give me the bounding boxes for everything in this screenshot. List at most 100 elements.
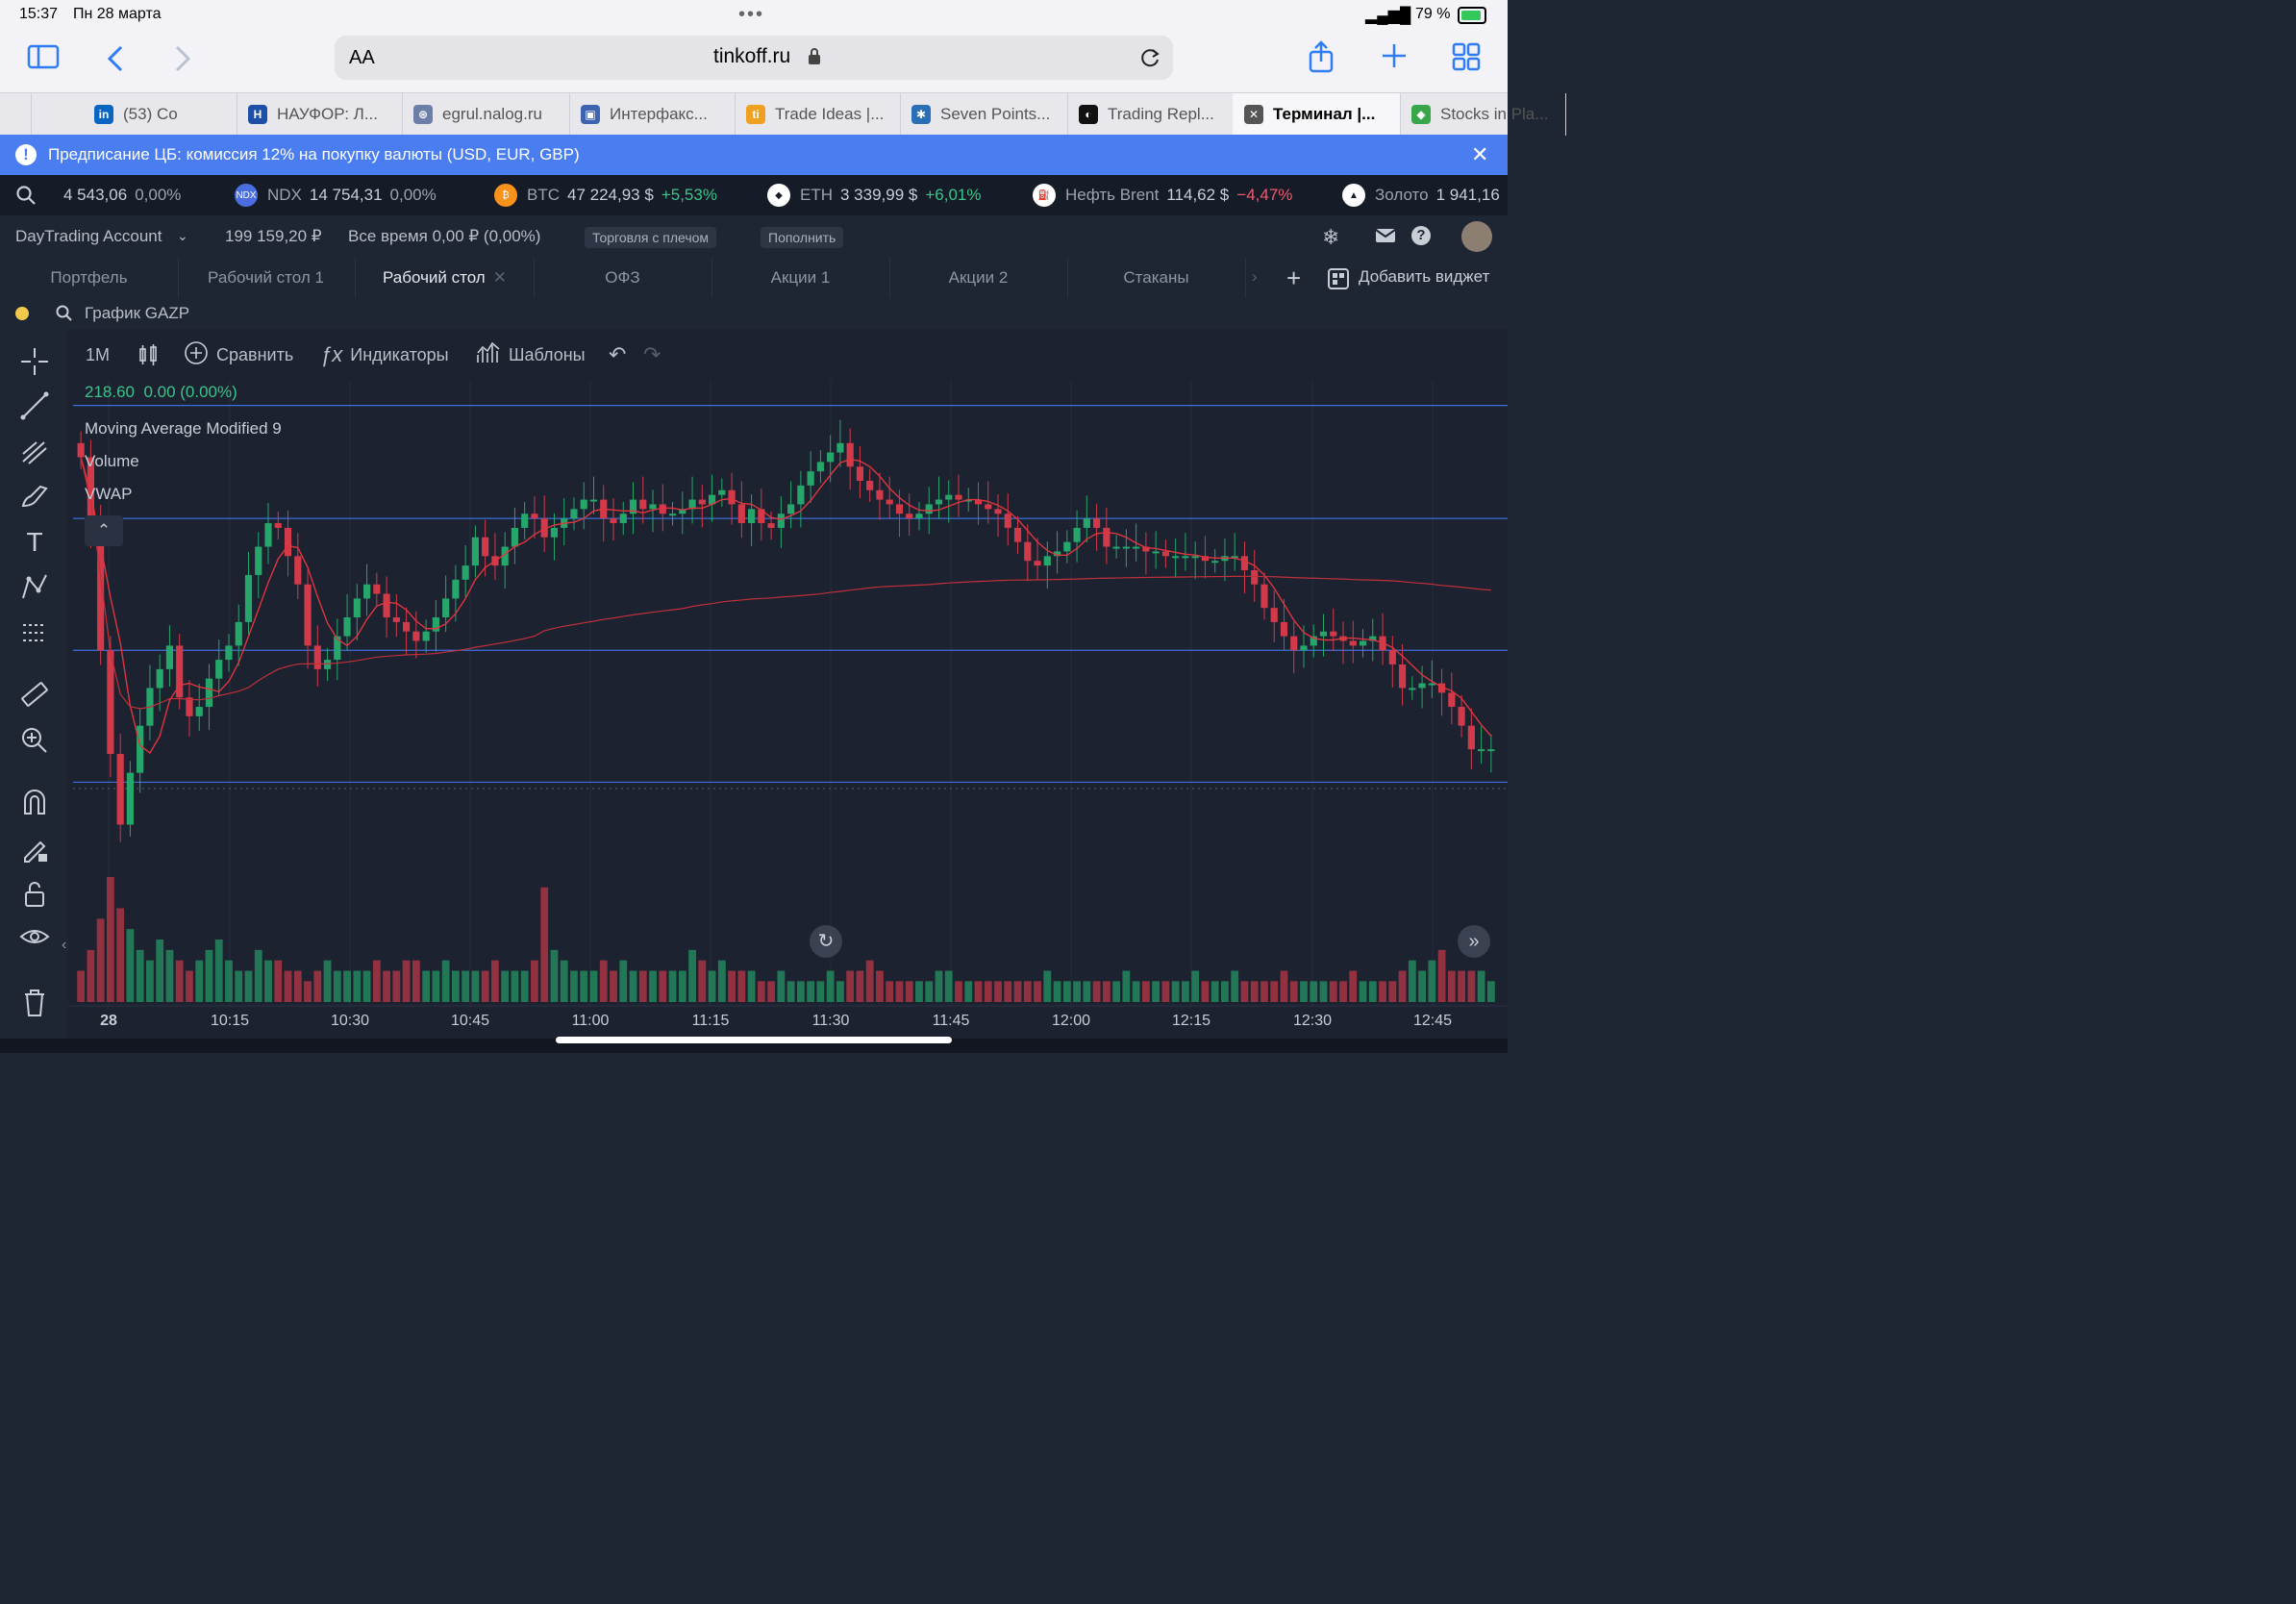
add-tab-icon[interactable]: + <box>1286 263 1301 293</box>
workspace-tab[interactable]: Рабочий стол 1 <box>177 258 356 298</box>
ruler-icon[interactable] <box>15 675 54 714</box>
pattern-icon[interactable] <box>15 567 54 606</box>
volume-bar <box>126 929 135 1002</box>
ticker-item[interactable]: ◆ ETH 3 339,99 $ +6,01% <box>767 175 989 215</box>
avatar[interactable] <box>1461 221 1492 252</box>
market-ticker: 4 543,06 0,00% NDX NDX 14 754,31 0,00% ₿ BTC 47 … <box>0 175 1508 215</box>
fib-tools-icon[interactable] <box>15 433 54 471</box>
unlock-icon[interactable] <box>15 875 54 914</box>
share-icon[interactable] <box>1308 40 1335 78</box>
browser-tab-hh[interactable]: hh <box>0 93 32 136</box>
workspace-tab[interactable]: Рабочий стол ✕ <box>356 258 535 298</box>
address-bar[interactable]: AA tinkoff.ru <box>335 36 1173 80</box>
brush-icon[interactable] <box>15 477 54 515</box>
browser-tab[interactable]: ▣ Интерфакс... <box>569 93 736 136</box>
sidebar-toggle-icon[interactable] <box>27 42 60 79</box>
collapse-sidebar-icon[interactable]: ‹ <box>62 937 66 954</box>
redo-icon[interactable]: ↷ <box>643 329 661 381</box>
text-tool-icon[interactable]: T <box>15 523 54 562</box>
new-tab-icon[interactable] <box>1381 42 1408 74</box>
ticker-item[interactable]: ₿ BTC 47 224,93 $ +5,53% <box>494 175 725 215</box>
volume-bar <box>343 970 351 1002</box>
search-icon[interactable] <box>15 185 37 211</box>
candle-body <box>1034 561 1041 566</box>
reader-aa-button[interactable]: AA <box>349 47 375 69</box>
candle-body <box>1024 541 1032 562</box>
browser-tab[interactable]: ✱ Seven Points... <box>900 93 1068 136</box>
add-widget-button[interactable]: Добавить виджет <box>1359 267 1489 287</box>
volume-bar <box>1398 970 1407 1002</box>
workspace-tab[interactable]: ОФЗ <box>534 258 712 298</box>
widget-search-icon[interactable] <box>56 305 73 327</box>
account-selector[interactable]: DayTrading Account <box>15 227 162 246</box>
chevron-down-icon[interactable]: ⌄ <box>177 228 188 244</box>
trendline-icon[interactable] <box>15 387 54 425</box>
interval-button[interactable]: 1M <box>86 329 110 381</box>
volume-bar <box>481 970 489 1002</box>
scroll-to-end-icon[interactable]: » <box>1458 925 1490 958</box>
volume-bar <box>717 960 726 1002</box>
zoom-in-icon[interactable] <box>15 721 54 760</box>
back-icon[interactable] <box>106 44 125 78</box>
crosshair-icon[interactable] <box>15 342 54 381</box>
volume-bar <box>925 981 934 1002</box>
workspace-tab[interactable]: Акции 1 <box>711 258 890 298</box>
close-tab-icon[interactable]: ✕ <box>493 268 507 288</box>
legend-ma[interactable]: Moving Average Modified 9 <box>85 419 282 439</box>
collapse-legend-icon[interactable]: ⌃ <box>85 515 123 546</box>
candle-body <box>442 598 450 617</box>
mail-icon[interactable] <box>1375 227 1396 249</box>
browser-tab[interactable]: H НАУФОР: Л... <box>237 93 403 136</box>
chart-canvas[interactable]: 28 10:15 10:30 10:45 11:00 11:15 11:30 11:45 12:… <box>68 329 1508 1039</box>
margin-trading-button[interactable]: Торговля с плечом <box>585 227 717 248</box>
indicators-button[interactable]: ƒx Индикаторы <box>320 329 449 381</box>
prediction-icon[interactable] <box>15 614 54 652</box>
reset-chart-icon[interactable]: ↻ <box>810 925 842 958</box>
reload-icon[interactable] <box>1138 46 1161 74</box>
tab-overview-icon[interactable] <box>1452 42 1481 76</box>
templates-button[interactable]: Шаблоны <box>476 329 586 381</box>
legend-volume[interactable]: Volume <box>85 452 282 471</box>
widget-color-dot[interactable] <box>15 307 29 320</box>
browser-tab[interactable]: ti Trade Ideas |... <box>735 93 901 136</box>
volume-bar <box>1053 981 1061 1002</box>
price-chart[interactable]: 28 10:15 10:30 10:45 11:00 11:15 11:30 11:45 12:… <box>68 329 1508 1039</box>
lock-drawing-icon[interactable] <box>15 829 54 867</box>
volume-bar <box>550 949 559 1002</box>
volume-bar <box>1062 981 1071 1002</box>
browser-tab[interactable]: ◐ Trading Repl... <box>1067 93 1234 136</box>
workspace-tab[interactable]: Стаканы <box>1067 258 1246 298</box>
trash-icon[interactable] <box>15 983 54 1021</box>
add-widget-icon[interactable] <box>1327 267 1350 295</box>
volume-bar <box>816 981 825 1002</box>
magnet-icon[interactable] <box>15 783 54 821</box>
ticker-item[interactable]: ▲ Золото 1 941,16 <box>1342 175 1515 215</box>
browser-tab[interactable]: ✕ Терминал |... <box>1233 93 1401 136</box>
workspace-tab[interactable]: Портфель <box>0 258 179 298</box>
browser-tab[interactable]: ◆ Stocks in Pla... <box>1400 93 1566 136</box>
legend-vwap[interactable]: VWAP <box>85 485 282 504</box>
browser-tab[interactable]: ⊛ egrul.nalog.ru <box>402 93 570 136</box>
deposit-button[interactable]: Пополнить <box>761 227 844 248</box>
vwap-line <box>80 457 1491 710</box>
volume-bar <box>747 970 756 1002</box>
ticker-item[interactable]: NDX NDX 14 754,31 0,00% <box>235 175 444 215</box>
ticker-item[interactable]: 4 543,06 0,00% <box>63 175 188 215</box>
candle-type-icon[interactable] <box>137 329 159 381</box>
tradeideas-icon: ti <box>746 105 765 124</box>
ticker-item[interactable]: ⛽ Нефть Brent 114,62 $ −4,47% <box>1033 175 1300 215</box>
compare-button[interactable]: Сравнить <box>184 329 293 381</box>
forward-icon[interactable] <box>173 44 192 78</box>
visibility-icon[interactable] <box>15 919 54 958</box>
volume-bar <box>1004 981 1012 1002</box>
help-icon[interactable]: ? <box>1411 226 1431 245</box>
tabs-scroll-right-icon[interactable]: › <box>1252 267 1258 287</box>
close-banner-icon[interactable]: ✕ <box>1471 142 1488 167</box>
candle-body <box>1359 640 1367 646</box>
workspace-tab[interactable]: Акции 2 <box>889 258 1068 298</box>
browser-tab[interactable]: in (53) Со <box>83 93 237 136</box>
snowflake-icon[interactable]: ❄ <box>1322 225 1339 250</box>
multitask-dots-icon[interactable]: ••• <box>738 4 764 26</box>
price-change: 0.00 (0.00%) <box>143 383 237 401</box>
undo-icon[interactable]: ↶ <box>609 329 626 381</box>
